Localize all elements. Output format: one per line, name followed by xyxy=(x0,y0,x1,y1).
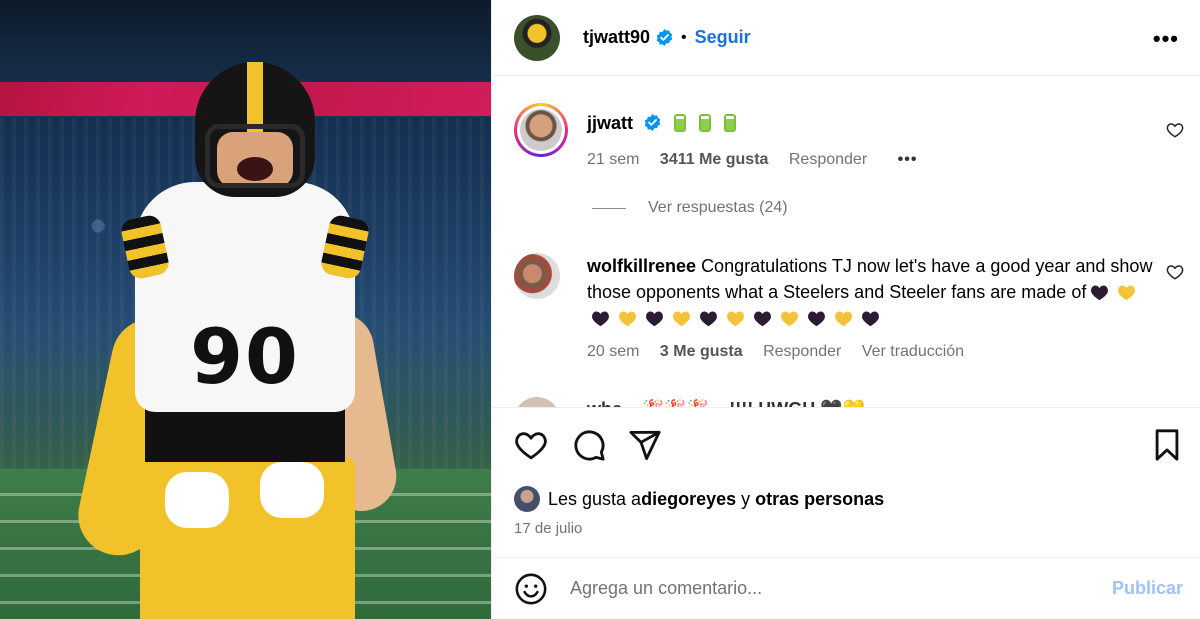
yellow-heart-emoji-icon xyxy=(1118,285,1136,301)
verified-badge-icon xyxy=(644,114,661,131)
comment-input[interactable] xyxy=(570,578,1070,599)
helmet-stripe xyxy=(247,62,263,132)
jersey-stripe-right xyxy=(319,213,371,281)
yellow-heart-emoji-icon xyxy=(727,311,744,327)
post-sidebar: tjwatt90 • Seguir ••• jjwatt 21 sem 3411… xyxy=(491,0,1200,619)
player-right-glove xyxy=(260,462,324,518)
comment-text: wolfkillrenee Congratulations TJ now let… xyxy=(587,253,1157,331)
comment-composer: Publicar xyxy=(492,557,1200,619)
share-icon[interactable] xyxy=(628,428,662,462)
black-heart-emoji-icon xyxy=(700,311,717,327)
player-helmet xyxy=(195,62,315,197)
reply-button[interactable]: Responder xyxy=(789,151,867,168)
helmet-facemask xyxy=(205,124,305,188)
post-viewer: 90 tjwatt90 • Seguir ••• jjwatt 21 sem 3… xyxy=(0,0,1200,619)
player-left-glove xyxy=(165,472,229,528)
view-replies-label[interactable]: Ver respuestas (24) xyxy=(648,199,788,217)
player-figure: 90 xyxy=(70,62,402,619)
yellow-heart-emoji-icon xyxy=(835,311,852,327)
comment-time: 20 sem xyxy=(587,343,640,360)
liked-by-user[interactable]: diegoreyes xyxy=(641,489,736,510)
comments-list[interactable]: jjwatt 21 sem 3411 Me gusta Responder ••… xyxy=(492,77,1200,407)
post-header: tjwatt90 • Seguir ••• xyxy=(492,0,1200,76)
liked-by-avatar[interactable] xyxy=(514,486,540,512)
author-avatar[interactable] xyxy=(514,14,560,61)
comment-likes-count[interactable]: 3411 Me gusta xyxy=(660,151,769,168)
comment-header: jjwatt xyxy=(587,113,737,134)
liked-by: Les gusta a diegoreyes y otras personas xyxy=(514,486,884,512)
jersey-number: 90 xyxy=(190,312,300,401)
commenter-avatar[interactable] xyxy=(514,253,560,299)
story-ring-avatar[interactable] xyxy=(514,103,568,157)
author-username[interactable]: tjwatt90 xyxy=(583,27,650,48)
commenter-username[interactable]: jjwatt xyxy=(587,113,633,133)
comment-text-partial: whe... 🎉🎉🎉 ...!!!! HWGH 🖤💛 xyxy=(587,399,865,407)
post-image[interactable]: 90 xyxy=(0,0,491,619)
black-heart-emoji-icon xyxy=(754,311,771,327)
verified-badge-icon xyxy=(656,29,673,46)
like-comment-heart-icon[interactable] xyxy=(1166,121,1184,139)
commenter-avatar[interactable] xyxy=(514,397,560,407)
reply-button[interactable]: Responder xyxy=(763,343,841,360)
avatar-ring-gap xyxy=(517,106,565,154)
comment-time: 21 sem xyxy=(587,151,640,168)
follow-button[interactable]: Seguir xyxy=(695,27,751,48)
heart-icon[interactable] xyxy=(514,428,548,462)
black-heart-emoji-icon xyxy=(862,311,879,327)
commenter-avatar xyxy=(520,109,562,151)
post-comment-button[interactable]: Publicar xyxy=(1112,578,1183,599)
comment-likes-count[interactable]: 3 Me gusta xyxy=(660,343,743,360)
yellow-heart-emoji-icon xyxy=(781,311,798,327)
battery-emoji-icon xyxy=(699,114,712,132)
more-options-icon[interactable]: ••• xyxy=(1153,26,1179,52)
like-comment-heart-icon[interactable] xyxy=(1166,263,1184,281)
comment-meta: 21 sem 3411 Me gusta Responder ••• xyxy=(587,151,933,169)
yellow-heart-emoji-icon xyxy=(673,311,690,327)
header-separator: • xyxy=(681,28,687,46)
liked-by-prefix: Les gusta a xyxy=(548,488,642,509)
yellow-heart-emoji-icon xyxy=(619,311,636,327)
comment-likes[interactable]: 3411 Me gusta xyxy=(660,151,769,168)
black-heart-emoji-icon xyxy=(592,311,609,327)
comment-meta: 20 sem 3 Me gusta Responder Ver traducci… xyxy=(587,343,980,361)
comment-likes[interactable]: 3 Me gusta xyxy=(660,343,743,360)
black-heart-emoji-icon xyxy=(646,311,663,327)
comment-icon[interactable] xyxy=(572,428,606,462)
battery-emoji-icon xyxy=(724,114,737,132)
liked-by-middle: y xyxy=(736,488,756,509)
comment-more-icon[interactable]: ••• xyxy=(898,151,918,168)
commenter-username[interactable]: wolfkillrenee xyxy=(587,256,696,276)
liked-by-others[interactable]: otras personas xyxy=(755,489,884,510)
battery-emoji-icon xyxy=(674,114,687,132)
black-heart-emoji-icon xyxy=(808,311,825,327)
see-translation-button[interactable]: Ver traducción xyxy=(862,343,964,360)
post-actions: Les gusta a diegoreyes y otras personas … xyxy=(492,407,1200,557)
bookmark-icon[interactable] xyxy=(1150,428,1184,462)
post-date[interactable]: 17 de julio xyxy=(514,520,582,537)
black-heart-emoji-icon xyxy=(1091,285,1109,301)
jersey-stripe-left xyxy=(119,213,171,281)
replies-line xyxy=(592,207,626,209)
view-replies-link[interactable]: Ver respuestas (24) xyxy=(592,199,788,217)
emoji-icon[interactable] xyxy=(514,572,548,606)
